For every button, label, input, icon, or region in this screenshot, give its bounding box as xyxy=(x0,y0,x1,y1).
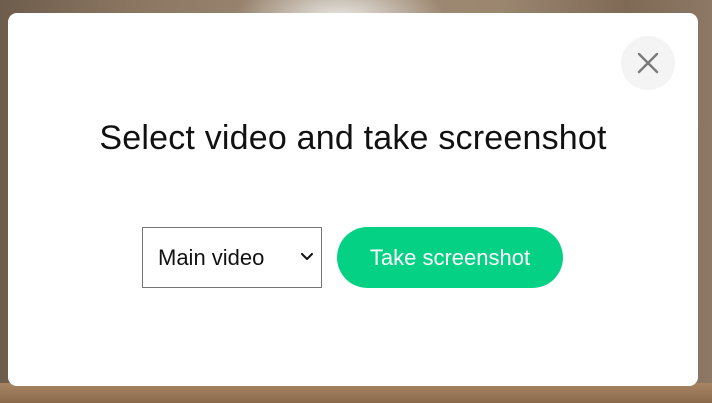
dialog-title: Select video and take screenshot xyxy=(99,119,607,157)
close-button[interactable] xyxy=(621,36,675,90)
chevron-down-icon xyxy=(301,253,313,260)
take-screenshot-button[interactable]: Take screenshot xyxy=(337,227,563,288)
video-select-value: Main video xyxy=(158,245,265,270)
close-icon xyxy=(637,52,659,74)
screenshot-dialog: Select video and take screenshot Main vi… xyxy=(8,13,698,386)
video-select[interactable]: Main video xyxy=(142,227,322,288)
